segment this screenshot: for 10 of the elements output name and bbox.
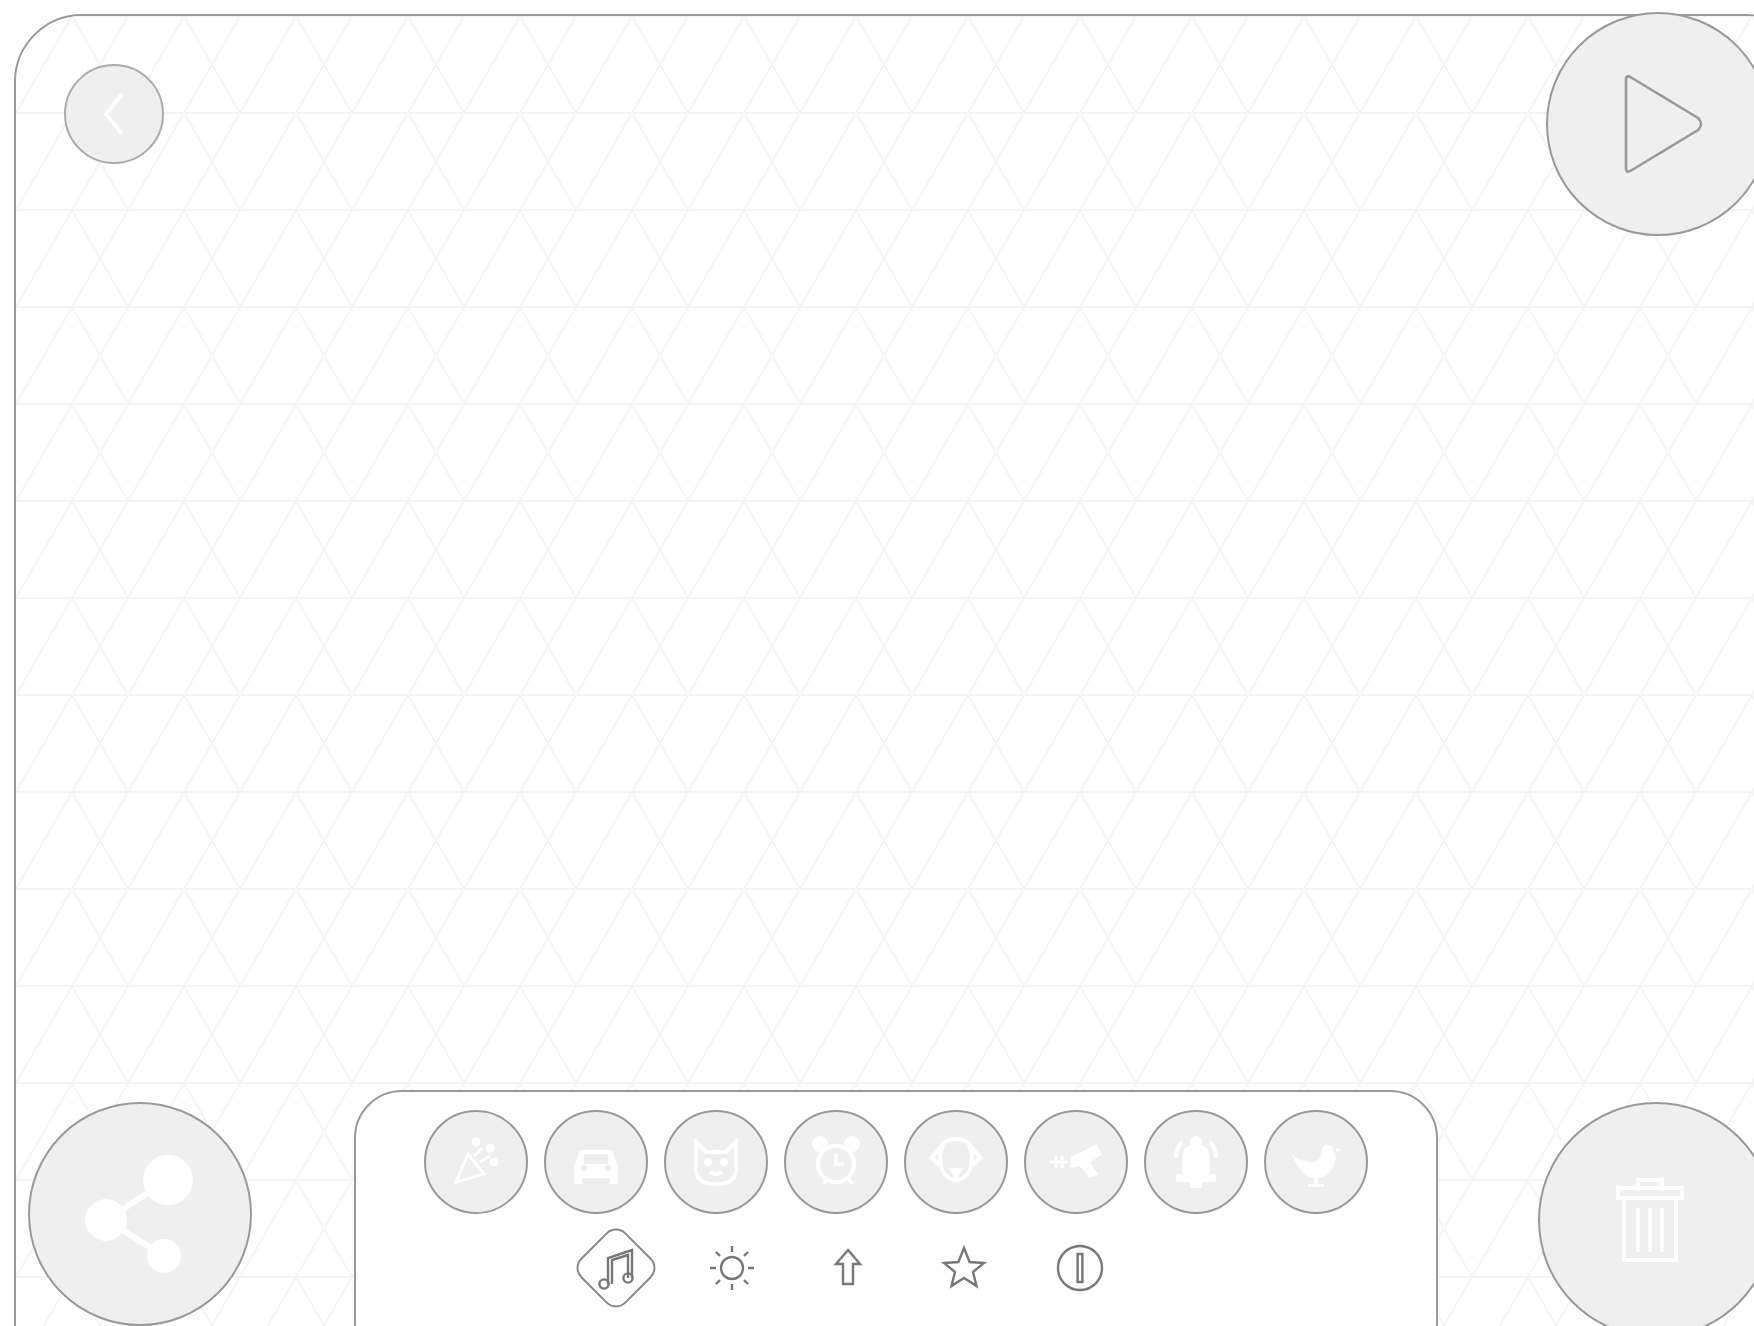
sound-button[interactable] — [1024, 1110, 1128, 1214]
sound-button[interactable] — [664, 1110, 768, 1214]
sun-icon — [704, 1240, 760, 1296]
sound-button[interactable] — [904, 1110, 1008, 1214]
sound-button[interactable] — [1144, 1110, 1248, 1214]
sound-button[interactable] — [544, 1110, 648, 1214]
sound-button[interactable] — [1264, 1110, 1368, 1214]
sound-button[interactable] — [784, 1110, 888, 1214]
sound-button[interactable] — [424, 1110, 528, 1214]
exclamation-icon — [1052, 1240, 1108, 1296]
